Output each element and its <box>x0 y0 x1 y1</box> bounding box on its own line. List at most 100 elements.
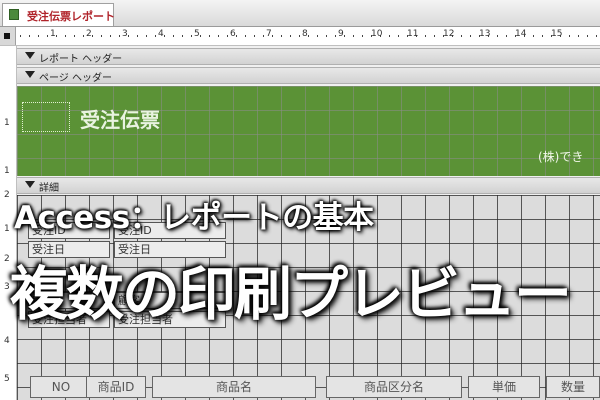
ruler-tick <box>335 35 336 37</box>
ruler-number: 12 <box>443 29 455 39</box>
section-arrow-icon <box>25 181 35 188</box>
ruler-tick <box>353 35 354 37</box>
ruler-tick <box>101 35 102 37</box>
ruler-tick <box>542 35 543 37</box>
ruler-tick <box>74 35 75 37</box>
ruler-tick <box>236 35 237 37</box>
ruler-ticks <box>20 35 597 37</box>
report-icon <box>9 9 19 20</box>
ruler-number: 1 <box>50 29 56 39</box>
ruler-tick <box>245 35 246 37</box>
column-header-quantity[interactable]: 数量 <box>546 376 600 398</box>
ruler-tick <box>254 35 255 37</box>
ruler-tick <box>56 35 57 37</box>
ruler-tick <box>92 35 93 37</box>
ruler-tick <box>587 35 588 37</box>
ruler-number: 10 <box>371 29 383 39</box>
vertical-ruler-number: 2 <box>4 190 10 200</box>
page-header-title-label[interactable]: 受注伝票 <box>80 104 160 133</box>
ruler-tick <box>317 35 318 37</box>
ruler-number: 4 <box>158 29 164 39</box>
ruler-tick <box>227 35 228 37</box>
report-header-label: レポート ヘッダー <box>39 54 123 65</box>
page-header-label: ページ ヘッダー <box>39 73 112 84</box>
ruler-number: 9 <box>338 29 344 39</box>
ruler-tick <box>497 35 498 37</box>
column-header-product-name[interactable]: 商品名 <box>152 376 316 398</box>
ruler-number: 7 <box>266 29 272 39</box>
ruler-tick <box>389 35 390 37</box>
ruler-number: 3 <box>122 29 128 39</box>
ruler-tick <box>29 35 30 37</box>
ruler-tick <box>200 35 201 37</box>
ruler-number: 15 <box>551 29 563 39</box>
ruler-tick <box>506 35 507 37</box>
ruler-tick <box>470 35 471 37</box>
ruler-tick <box>425 35 426 37</box>
ruler-number: 5 <box>194 29 200 39</box>
vertical-ruler-number: 4 <box>4 336 10 346</box>
vertical-ruler-number: 1 <box>4 224 10 234</box>
horizontal-ruler: 1 2 3 4 5 6 7 8 9 10 11 12 13 14 15 <box>0 27 600 46</box>
ruler-number: 6 <box>230 29 236 39</box>
ruler-tick <box>38 35 39 37</box>
vertical-ruler-number: 1 <box>4 118 10 128</box>
ruler-number: 2 <box>86 29 92 39</box>
ruler-tick <box>146 35 147 37</box>
ruler-tick <box>263 35 264 37</box>
ruler-tick <box>461 35 462 37</box>
vertical-ruler-number: 2 <box>4 254 10 264</box>
report-selector-icon <box>4 33 10 39</box>
ruler-tick <box>596 35 597 37</box>
section-arrow-icon <box>25 52 35 59</box>
ruler-tick <box>173 35 174 37</box>
company-name-label[interactable]: (株)でき <box>538 148 583 165</box>
ruler-tick <box>110 35 111 37</box>
overlay-subtitle: Access：レポートの基本 <box>14 200 374 236</box>
ruler-number: 11 <box>407 29 419 39</box>
ruler-tick <box>137 35 138 37</box>
ruler-tick <box>290 35 291 37</box>
ruler-tick <box>65 35 66 37</box>
ruler-tick <box>164 35 165 37</box>
column-header-unit-price[interactable]: 単価 <box>468 376 540 398</box>
overlay-title: 複数の印刷プレビュー <box>10 260 572 328</box>
vertical-ruler-number: 5 <box>4 374 10 384</box>
section-arrow-icon <box>25 71 35 78</box>
report-selector[interactable] <box>0 27 16 45</box>
ruler-tick <box>569 35 570 37</box>
ruler-tick <box>326 35 327 37</box>
ruler-tick <box>209 35 210 37</box>
page-header-section-bar[interactable]: ページ ヘッダー <box>17 67 600 84</box>
column-header-product-id[interactable]: 商品ID <box>86 376 146 398</box>
ruler-tick <box>272 35 273 37</box>
ruler-tick <box>281 35 282 37</box>
ruler-tick <box>578 35 579 37</box>
document-tab[interactable]: 受注伝票レポート <box>2 3 115 26</box>
ruler-tick <box>47 35 48 37</box>
ruler-tick <box>398 35 399 37</box>
document-tab-strip: 受注伝票レポート <box>0 0 600 27</box>
selection-placeholder <box>22 102 70 132</box>
ruler-tick <box>155 35 156 37</box>
ruler-number: 13 <box>479 29 491 39</box>
ruler-number: 8 <box>302 29 308 39</box>
ruler-tick <box>344 35 345 37</box>
ruler-tick <box>20 35 21 37</box>
column-header-no[interactable]: NO <box>30 376 92 398</box>
ruler-tick <box>533 35 534 37</box>
report-header-section-bar[interactable]: レポート ヘッダー <box>17 48 600 65</box>
ruler-tick <box>434 35 435 37</box>
vertical-ruler-number: 1 <box>4 166 10 176</box>
ruler-tick <box>128 35 129 37</box>
ruler-number: 14 <box>515 29 527 39</box>
ruler-tick <box>119 35 120 37</box>
column-header-product-category[interactable]: 商品区分名 <box>326 376 462 398</box>
ruler-tick <box>362 35 363 37</box>
ruler-tick <box>308 35 309 37</box>
ruler-tick <box>182 35 183 37</box>
ruler-tick <box>83 35 84 37</box>
ruler-tick <box>218 35 219 37</box>
vertical-ruler-number: 3 <box>4 282 10 292</box>
document-tab-label: 受注伝票レポート <box>27 10 115 23</box>
